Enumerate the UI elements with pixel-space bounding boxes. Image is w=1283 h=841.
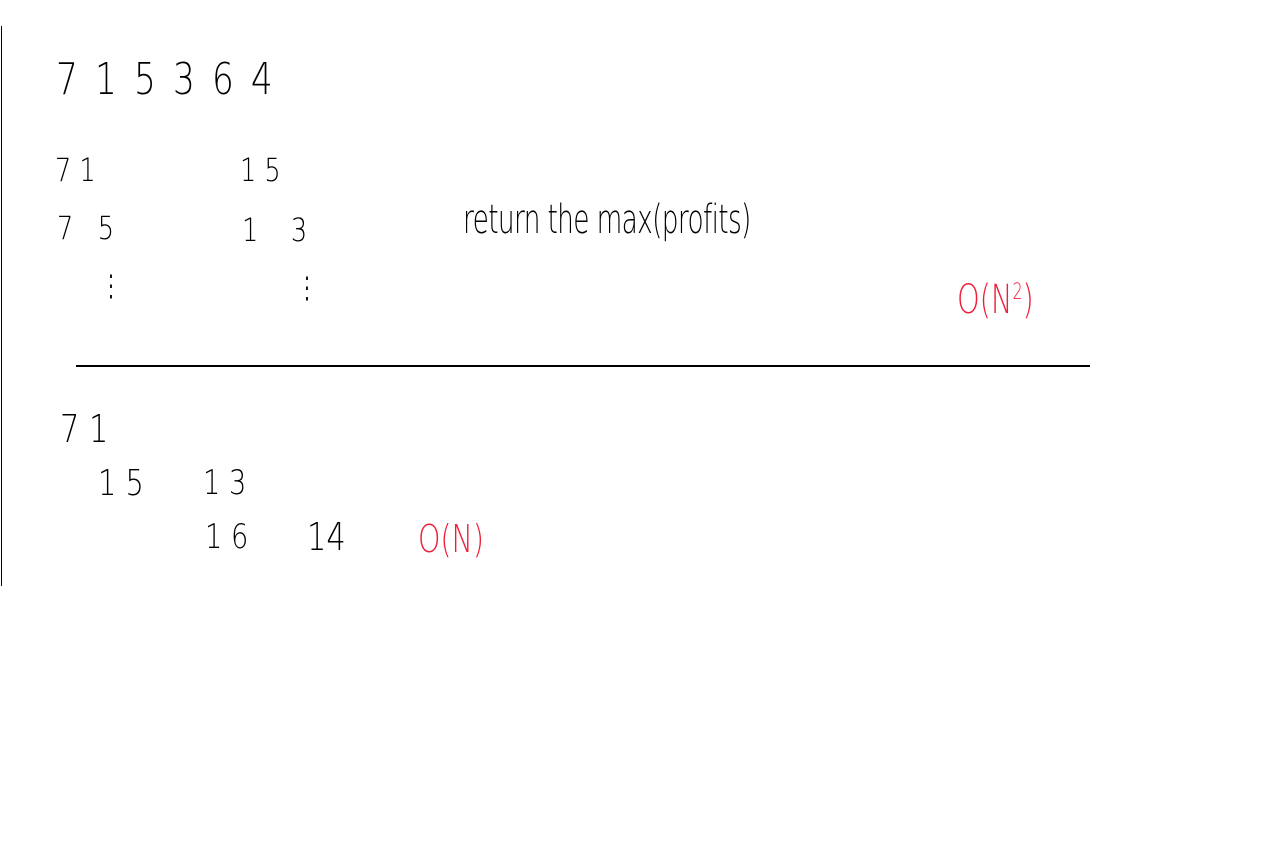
bottom-line-7-1: 7 1 [60, 407, 109, 451]
bottom-line-1-5: 1 5 [98, 463, 144, 504]
pair-7-1: 7 1 [55, 151, 96, 189]
pair-1-5: 1 5 [240, 151, 281, 189]
left-margin-line [1, 26, 2, 586]
price-sequence: 7 1 5 3 6 4 [56, 54, 276, 105]
bottom-line-14: 14 [307, 515, 346, 559]
bottom-line-1-6: 1 6 [205, 517, 249, 557]
complexity-linear: O(N) [418, 517, 484, 561]
complexity-quadratic: O(N2) [957, 280, 1034, 320]
bottom-line-1-3: 1 3 [203, 463, 247, 503]
whiteboard-canvas: 7 1 5 3 6 4 7 1 1 5 7 5 1 3 ⋮ ⋮ return t… [0, 0, 1283, 841]
continuation-dots-right: ⋮ [298, 271, 316, 306]
continuation-dots-left: ⋮ [102, 269, 120, 304]
return-max-profits-note: return the max(profits) [463, 197, 751, 243]
complexity-quadratic-base: O(N [957, 277, 1013, 323]
pair-7-5: 7 5 [57, 209, 114, 247]
section-divider [76, 365, 1090, 367]
complexity-quadratic-exponent: 2 [1012, 280, 1023, 305]
complexity-quadratic-close: ) [1022, 277, 1034, 323]
pair-1-3: 1 3 [242, 211, 308, 249]
